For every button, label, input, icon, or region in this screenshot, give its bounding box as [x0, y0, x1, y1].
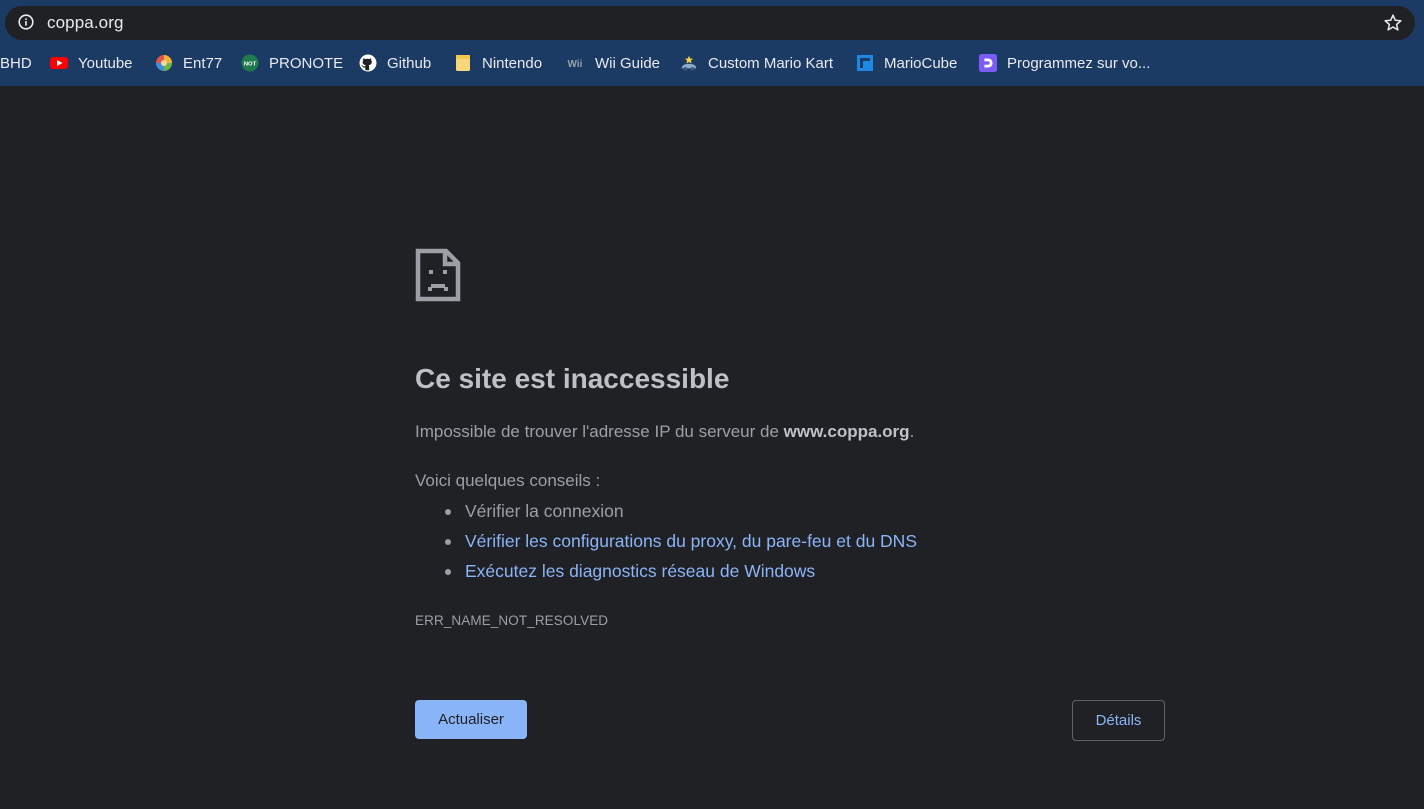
error-description-text: Impossible de trouver l'adresse IP du se… [415, 422, 784, 441]
tips-list: Vérifier la connexion Vérifier les confi… [415, 501, 1165, 591]
pronote-icon: NOT [241, 54, 259, 72]
bookmarks-bar: BHD Youtube Ent77 NOT PRONOTE Github Nin… [0, 50, 1424, 76]
address-bar[interactable]: coppa.org [5, 6, 1415, 40]
svg-text:NOT: NOT [244, 61, 257, 67]
wii-icon: Wii [565, 54, 585, 72]
error-code: ERR_NAME_NOT_RESOLVED [415, 613, 609, 628]
bookmark-star-icon[interactable] [1383, 13, 1403, 33]
bookmark-label: PRONOTE [269, 54, 344, 72]
programmez-icon [979, 54, 997, 72]
bookmark-github[interactable]: Github [359, 50, 431, 76]
error-description: Impossible de trouver l'adresse IP du se… [415, 422, 914, 442]
bookmark-folder-nintendo[interactable]: Nintendo [454, 50, 542, 76]
tips-heading: Voici quelques conseils : [415, 471, 601, 490]
tip-network-diagnostics: Exécutez les diagnostics réseau de Windo… [445, 561, 1165, 591]
bookmark-label: Wii Guide [595, 54, 661, 72]
bookmark-custom-mario-kart[interactable]: Custom Mario Kart [680, 50, 833, 76]
bookmark-label: Youtube [78, 54, 133, 72]
bookmark-mariocube[interactable]: MarioCube [856, 50, 957, 76]
youtube-icon [50, 54, 68, 72]
bookmark-label: BHD [0, 54, 32, 72]
error-title: Ce site est inaccessible [415, 363, 730, 394]
bookmark-label: Programmez sur vo... [1007, 54, 1151, 72]
bookmark-programmez[interactable]: Programmez sur vo... [979, 50, 1150, 76]
mariocube-icon [856, 54, 874, 72]
tip-proxy-link[interactable]: Vérifier les configurations du proxy, du… [465, 531, 917, 551]
tip-check-proxy: Vérifier les configurations du proxy, du… [445, 531, 1165, 561]
bookmark-label: Custom Mario Kart [708, 54, 834, 72]
error-description-end: . [909, 422, 915, 441]
sad-page-icon [415, 248, 461, 302]
error-host: www.coppa.org [783, 422, 910, 441]
folder-icon [454, 54, 472, 72]
github-icon [359, 54, 377, 72]
reload-button[interactable]: Actualiser [415, 700, 527, 739]
bookmark-label: Nintendo [482, 54, 543, 72]
tip-check-connection: Vérifier la connexion [445, 501, 1165, 531]
browser-toolbar: coppa.org BHD Youtube Ent77 NOT PRONOTE … [0, 0, 1424, 86]
details-button[interactable]: Détails [1072, 700, 1165, 741]
tip-diagnostics-link[interactable]: Exécutez les diagnostics réseau de Windo… [465, 561, 815, 581]
mario-kart-icon [680, 54, 698, 72]
svg-text:Wii: Wii [568, 59, 583, 70]
tip-text: Vérifier la connexion [465, 501, 624, 521]
bookmark-youtube[interactable]: Youtube [50, 50, 133, 76]
bookmark-label: Ent77 [183, 54, 223, 72]
bookmark-ent77[interactable]: Ent77 [155, 50, 222, 76]
bookmark-label: Github [387, 54, 432, 72]
bookmark-wii-guide[interactable]: Wii Wii Guide [565, 50, 660, 76]
url-text[interactable]: coppa.org [47, 13, 124, 33]
ent77-icon [155, 54, 173, 72]
bookmark-label: MarioCube [884, 54, 958, 72]
bookmark-bhd[interactable]: BHD [0, 50, 32, 76]
bookmark-pronote[interactable]: NOT PRONOTE [241, 50, 343, 76]
site-info-icon[interactable] [18, 14, 34, 30]
